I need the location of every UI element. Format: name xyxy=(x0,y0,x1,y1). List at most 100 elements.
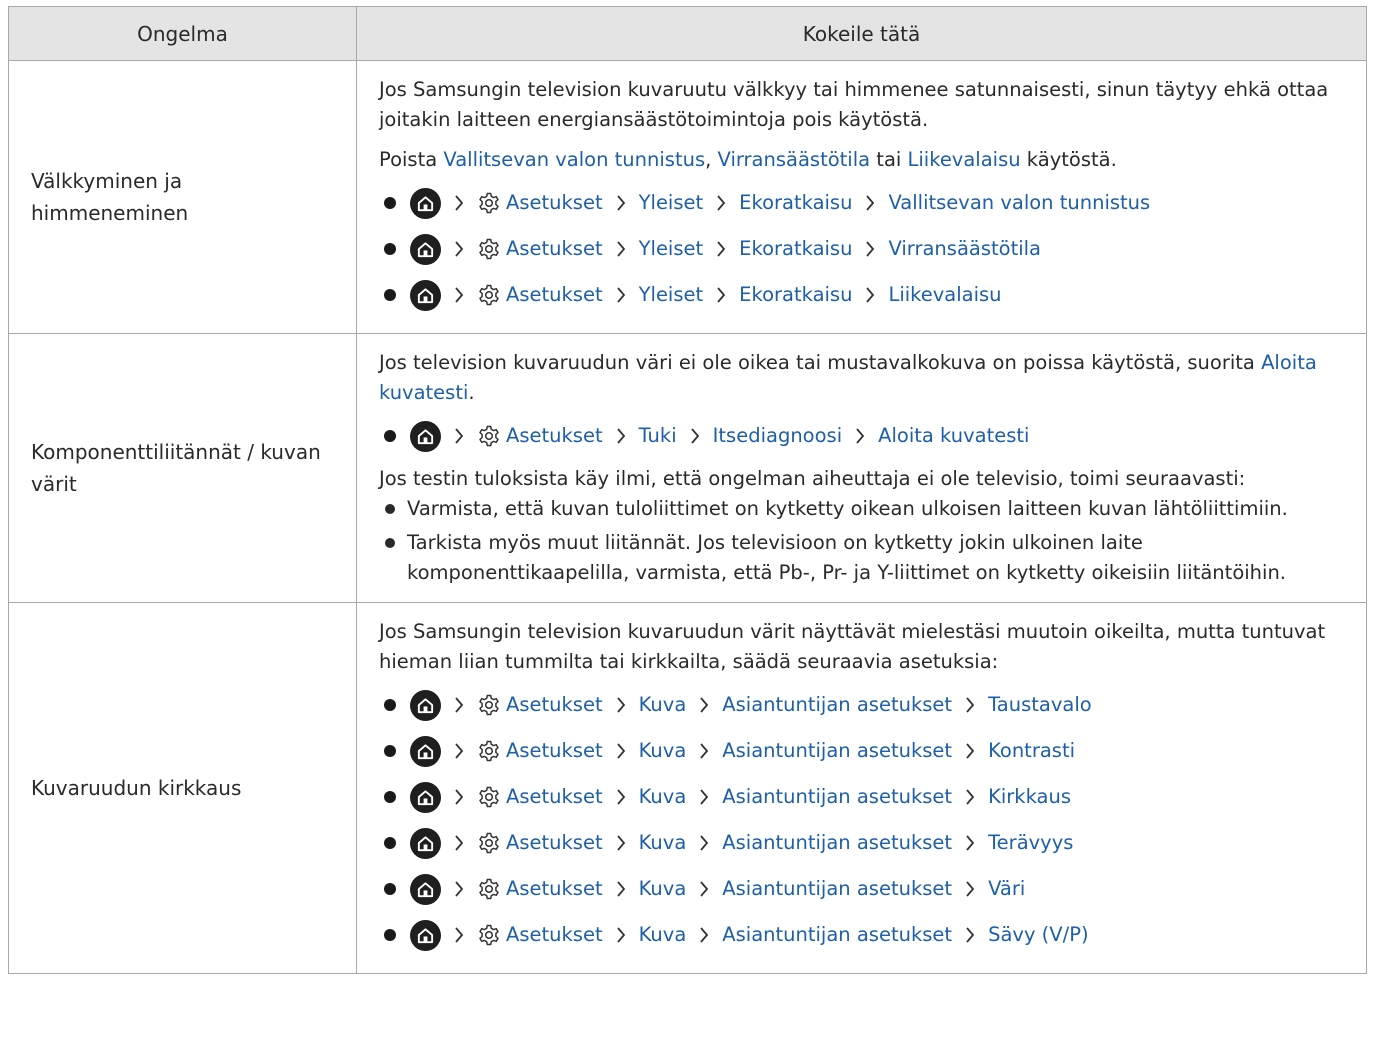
menu-picture[interactable]: Kuva xyxy=(639,920,687,950)
chevron-right-icon xyxy=(455,697,464,713)
menu-picture[interactable]: Kuva xyxy=(639,782,687,812)
solution-cell: Jos Samsungin television kuvaruutu välkk… xyxy=(356,60,1367,334)
bullet-dot xyxy=(384,791,396,803)
menu-target[interactable]: Taustavalo xyxy=(988,690,1092,720)
menu-settings[interactable]: Asetukset xyxy=(506,280,603,310)
table-row: Välkkyminen ja himmeneminen Jos Samsungi… xyxy=(8,60,1367,334)
bullet-dot xyxy=(384,929,396,941)
chevron-right-icon xyxy=(616,789,625,805)
menu-support[interactable]: Tuki xyxy=(639,421,677,451)
problem-cell: Kuvaruudun kirkkaus xyxy=(8,602,357,974)
menu-target[interactable]: Terävyys xyxy=(988,828,1073,858)
chevron-right-icon xyxy=(455,835,464,851)
solution-intro: Jos Samsungin television kuvaruutu välkk… xyxy=(379,78,1329,131)
menu-target[interactable]: Kirkkaus xyxy=(988,782,1071,812)
chevron-right-icon xyxy=(866,241,875,257)
list-item: Varmista, että kuvan tuloliittimet on ky… xyxy=(379,494,1344,524)
problem-cell: Komponenttiliitännät / kuvan värit xyxy=(8,333,357,603)
home-icon[interactable] xyxy=(410,233,441,265)
menu-target[interactable]: Liikevalaisu xyxy=(888,280,1001,310)
menu-settings[interactable]: Asetukset xyxy=(506,736,603,766)
bullet-dot xyxy=(384,883,396,895)
solution-cell: Jos television kuvaruudun väri ei ole oi… xyxy=(356,333,1367,603)
home-icon[interactable] xyxy=(410,919,441,951)
menu-expert-settings[interactable]: Asiantuntijan asetukset xyxy=(722,736,952,766)
menu-eco-solution[interactable]: Ekoratkaisu xyxy=(739,280,852,310)
chevron-right-icon xyxy=(717,241,726,257)
home-icon[interactable] xyxy=(410,689,441,721)
menu-settings[interactable]: Asetukset xyxy=(506,782,603,812)
menu-path-tint: Asetukset Kuva Asiantuntijan asetukset S… xyxy=(379,917,1344,953)
menu-picture[interactable]: Kuva xyxy=(639,874,687,904)
gear-icon xyxy=(479,694,499,716)
menu-settings[interactable]: Asetukset xyxy=(506,188,603,218)
menu-path-motion-lighting: Asetukset Yleiset Ekoratkaisu Liikevalai… xyxy=(379,277,1344,313)
chevron-right-icon xyxy=(616,881,625,897)
chevron-right-icon xyxy=(700,835,709,851)
home-icon[interactable] xyxy=(410,873,441,905)
menu-settings[interactable]: Asetukset xyxy=(506,874,603,904)
solution-instruction: Poista Vallitsevan valon tunnistus, Virr… xyxy=(379,145,1344,175)
chevron-right-icon xyxy=(700,881,709,897)
gear-icon xyxy=(479,425,499,447)
menu-expert-settings[interactable]: Asiantuntijan asetukset xyxy=(722,874,952,904)
power-saving-link[interactable]: Virransäästötila xyxy=(718,148,871,171)
menu-general[interactable]: Yleiset xyxy=(639,280,704,310)
menu-picture[interactable]: Kuva xyxy=(639,828,687,858)
ambient-light-link[interactable]: Vallitsevan valon tunnistus xyxy=(443,148,705,171)
menu-target[interactable]: Sävy (V/P) xyxy=(988,920,1089,950)
motion-lighting-link[interactable]: Liikevalaisu xyxy=(908,148,1021,171)
table-header-row: Ongelma Kokeile tätä xyxy=(8,6,1367,61)
menu-general[interactable]: Yleiset xyxy=(639,234,704,264)
chevron-right-icon xyxy=(616,927,625,943)
menu-target[interactable]: Virransäästötila xyxy=(888,234,1041,264)
list-item-text: Varmista, että kuvan tuloliittimet on ky… xyxy=(407,497,1288,520)
home-icon[interactable] xyxy=(410,781,441,813)
home-icon[interactable] xyxy=(410,279,441,311)
menu-settings[interactable]: Asetukset xyxy=(506,920,603,950)
menu-target[interactable]: Vallitsevan valon tunnistus xyxy=(888,188,1150,218)
gear-icon xyxy=(479,878,499,900)
chevron-right-icon xyxy=(616,241,625,257)
menu-expert-settings[interactable]: Asiantuntijan asetukset xyxy=(722,920,952,950)
menu-settings[interactable]: Asetukset xyxy=(506,421,603,451)
menu-target[interactable]: Aloita kuvatesti xyxy=(878,421,1029,451)
chevron-right-icon xyxy=(616,835,625,851)
chevron-right-icon xyxy=(616,287,625,303)
menu-target[interactable]: Kontrasti xyxy=(988,736,1075,766)
menu-expert-settings[interactable]: Asiantuntijan asetukset xyxy=(722,690,952,720)
menu-expert-settings[interactable]: Asiantuntijan asetukset xyxy=(722,828,952,858)
home-icon[interactable] xyxy=(410,187,441,219)
menu-settings[interactable]: Asetukset xyxy=(506,234,603,264)
home-icon[interactable] xyxy=(410,420,441,452)
chevron-right-icon xyxy=(616,428,625,444)
chevron-right-icon xyxy=(455,241,464,257)
menu-settings[interactable]: Asetukset xyxy=(506,690,603,720)
chevron-right-icon xyxy=(455,428,464,444)
menu-picture[interactable]: Kuva xyxy=(639,690,687,720)
solution-intro: Jos Samsungin television kuvaruudun väri… xyxy=(379,620,1326,673)
chevron-right-icon xyxy=(455,881,464,897)
menu-self-diagnosis[interactable]: Itsediagnoosi xyxy=(713,421,842,451)
list-item: Tarkista myös muut liitännät. Jos televi… xyxy=(379,528,1344,588)
chevron-right-icon xyxy=(700,743,709,759)
chevron-right-icon xyxy=(455,287,464,303)
menu-expert-settings[interactable]: Asiantuntijan asetukset xyxy=(722,782,952,812)
menu-general[interactable]: Yleiset xyxy=(639,188,704,218)
header-solution: Kokeile tätä xyxy=(356,6,1367,61)
home-icon[interactable] xyxy=(410,827,441,859)
chevron-right-icon xyxy=(966,835,975,851)
bullet-dot xyxy=(385,504,395,514)
menu-target[interactable]: Väri xyxy=(988,874,1025,904)
chevron-right-icon xyxy=(966,881,975,897)
home-icon[interactable] xyxy=(410,735,441,767)
menu-eco-solution[interactable]: Ekoratkaisu xyxy=(739,188,852,218)
menu-picture[interactable]: Kuva xyxy=(639,736,687,766)
menu-eco-solution[interactable]: Ekoratkaisu xyxy=(739,234,852,264)
chevron-right-icon xyxy=(455,927,464,943)
menu-settings[interactable]: Asetukset xyxy=(506,828,603,858)
instruction-text: Poista xyxy=(379,148,444,171)
bullet-dot xyxy=(384,745,396,757)
menu-path-contrast: Asetukset Kuva Asiantuntijan asetukset K… xyxy=(379,733,1344,769)
menu-path-sharpness: Asetukset Kuva Asiantuntijan asetukset T… xyxy=(379,825,1344,861)
